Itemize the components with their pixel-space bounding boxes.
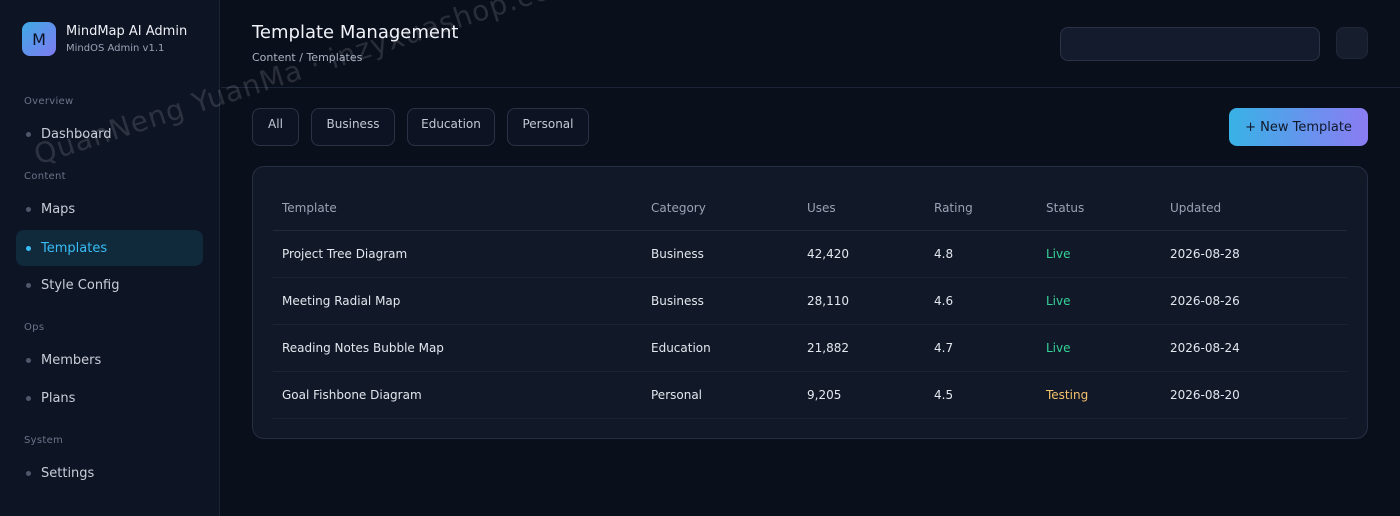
bullet-icon xyxy=(26,395,31,401)
brand-text: MindMap AI Admin MindOS Admin v1.1 xyxy=(66,23,187,56)
bullet-icon xyxy=(26,357,31,363)
breadcrumb: Content / Templates xyxy=(252,51,363,64)
bullet-icon xyxy=(26,470,31,476)
header: Template Management Content / Templates xyxy=(221,0,1400,88)
cell-uses: 42,420 xyxy=(798,230,925,278)
table-row[interactable]: Reading Notes Bubble Map Education 21,88… xyxy=(273,324,1347,372)
cell-template: Goal Fishbone Diagram xyxy=(273,371,642,419)
section-label-overview: Overview xyxy=(24,96,74,107)
brand-title: MindMap AI Admin xyxy=(66,23,188,39)
templates-table: Template Category Uses Rating Status Upd… xyxy=(273,187,1347,419)
column-header-status[interactable]: Status xyxy=(1037,187,1161,231)
cell-updated: 2026-08-24 xyxy=(1161,324,1347,372)
sidebar-item-settings[interactable]: Settings xyxy=(16,455,203,491)
sidebar-item-plans[interactable]: Plans xyxy=(16,380,203,416)
cell-rating: 4.5 xyxy=(925,371,1037,419)
sidebar-item-label: Maps xyxy=(41,201,76,217)
brand-logo: M xyxy=(22,22,56,56)
sidebar-item-label: Plans xyxy=(41,390,76,406)
bullet-icon xyxy=(26,131,31,137)
table-row[interactable]: Goal Fishbone Diagram Personal 9,205 4.5… xyxy=(273,371,1347,419)
column-header-uses[interactable]: Uses xyxy=(798,187,925,231)
page-title: Template Management xyxy=(252,22,459,43)
status-badge: Live xyxy=(1037,230,1161,278)
filter-chip-all[interactable]: All xyxy=(252,108,299,146)
section-label-ops: Ops xyxy=(24,322,45,333)
sidebar-item-dashboard[interactable]: Dashboard xyxy=(16,116,203,152)
table-row[interactable]: Meeting Radial Map Business 28,110 4.6 L… xyxy=(273,277,1347,325)
cell-updated: 2026-08-28 xyxy=(1161,230,1347,278)
cell-template: Meeting Radial Map xyxy=(273,277,642,325)
cell-category: Personal xyxy=(642,371,798,419)
sidebar-item-label: Members xyxy=(41,352,102,368)
filter-chip-personal[interactable]: Personal xyxy=(507,108,589,146)
bullet-icon xyxy=(26,245,31,251)
header-action-button[interactable] xyxy=(1336,27,1368,59)
bullet-icon xyxy=(26,206,31,212)
sidebar-item-label: Style Config xyxy=(41,277,120,293)
cell-uses: 21,882 xyxy=(798,324,925,372)
cell-rating: 4.6 xyxy=(925,277,1037,325)
column-header-updated[interactable]: Updated xyxy=(1161,187,1347,231)
sidebar-item-members[interactable]: Members xyxy=(16,342,203,378)
sidebar-item-templates[interactable]: Templates xyxy=(16,230,203,266)
cell-template: Project Tree Diagram xyxy=(273,230,642,278)
cell-category: Business xyxy=(642,230,798,278)
cell-template: Reading Notes Bubble Map xyxy=(273,324,642,372)
search-input[interactable] xyxy=(1060,27,1320,61)
cell-rating: 4.8 xyxy=(925,230,1037,278)
app-root: M MindMap AI Admin MindOS Admin v1.1 Ove… xyxy=(0,0,1400,516)
filter-chip-education[interactable]: Education xyxy=(407,108,495,146)
table-header-row: Template Category Uses Rating Status Upd… xyxy=(273,187,1347,231)
sidebar: M MindMap AI Admin MindOS Admin v1.1 Ove… xyxy=(0,0,220,516)
column-header-rating[interactable]: Rating xyxy=(925,187,1037,231)
sidebar-item-label: Templates xyxy=(41,240,108,256)
sidebar-item-label: Dashboard xyxy=(41,126,112,142)
cell-uses: 9,205 xyxy=(798,371,925,419)
brand-subtitle: MindOS Admin v1.1 xyxy=(66,42,165,54)
cell-updated: 2026-08-26 xyxy=(1161,277,1347,325)
bullet-icon xyxy=(26,282,31,288)
cell-category: Business xyxy=(642,277,798,325)
status-badge: Testing xyxy=(1037,371,1161,419)
sidebar-item-style-config[interactable]: Style Config xyxy=(16,267,203,303)
table-row[interactable]: Project Tree Diagram Business 42,420 4.8… xyxy=(273,230,1347,278)
status-badge: Live xyxy=(1037,277,1161,325)
filter-chip-business[interactable]: Business xyxy=(311,108,395,146)
cell-updated: 2026-08-20 xyxy=(1161,371,1347,419)
section-label-content: Content xyxy=(24,171,66,182)
cell-category: Education xyxy=(642,324,798,372)
sidebar-item-maps[interactable]: Maps xyxy=(16,191,203,227)
sidebar-item-label: Settings xyxy=(41,465,95,481)
column-header-category[interactable]: Category xyxy=(642,187,798,231)
cell-rating: 4.7 xyxy=(925,324,1037,372)
new-template-button[interactable]: + New Template xyxy=(1229,108,1368,146)
status-badge: Live xyxy=(1037,324,1161,372)
cell-uses: 28,110 xyxy=(798,277,925,325)
templates-table-card: Template Category Uses Rating Status Upd… xyxy=(252,166,1368,439)
brand: M MindMap AI Admin MindOS Admin v1.1 xyxy=(22,22,187,56)
section-label-system: System xyxy=(24,435,64,446)
column-header-template[interactable]: Template xyxy=(273,187,642,231)
